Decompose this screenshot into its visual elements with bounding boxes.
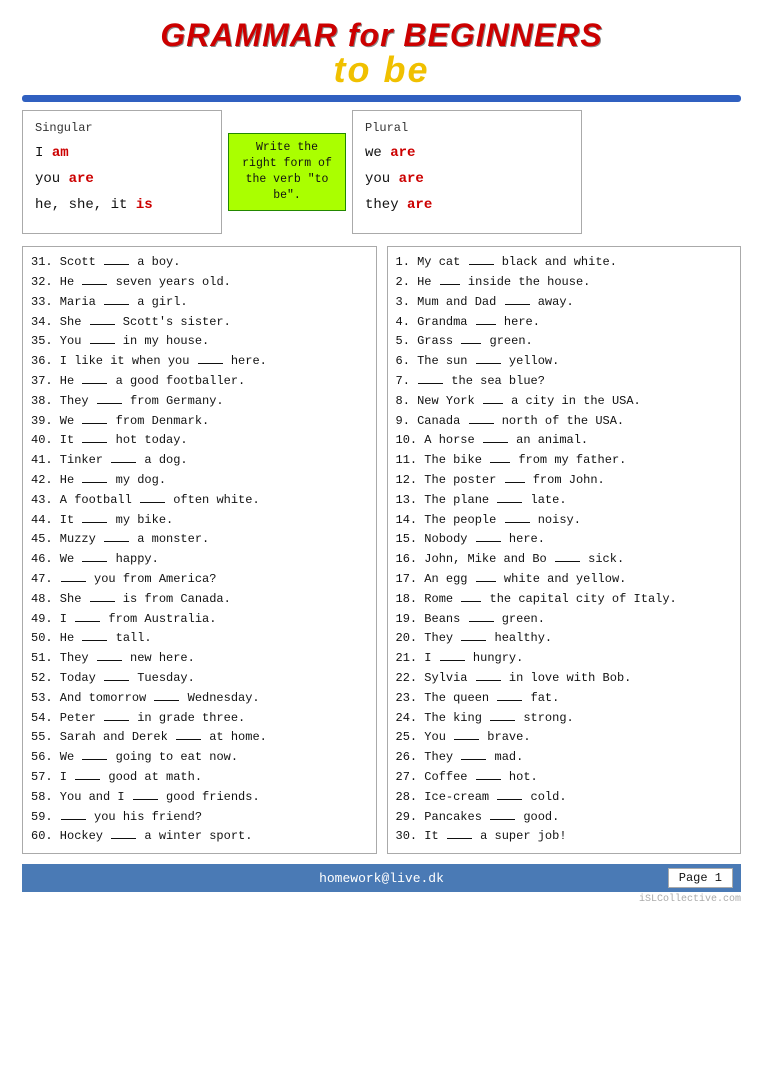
list-item: 10. A horse an animal. [396,431,733,451]
singular-box: Singular I am you are he, she, it is [22,110,222,234]
list-item: 1. My cat black and white. [396,253,733,273]
list-item: 38. They from Germany. [31,392,368,412]
list-item: 9. Canada north of the USA. [396,412,733,432]
list-item: 20. They healthy. [396,629,733,649]
list-item: 58. You and I good friends. [31,788,368,808]
footer-right: Page 1 [557,868,733,888]
list-item: 57. I good at math. [31,768,368,788]
list-item: 21. I hungry. [396,649,733,669]
singular-row-2: you are [35,171,203,187]
list-item: 19. Beans green. [396,610,733,630]
list-item: 46. We happy. [31,550,368,570]
list-item: 28. Ice-cream cold. [396,788,733,808]
plural-row-1: we are [365,145,563,161]
plural-label: Plural [365,121,563,135]
exercises-section: 31. Scott a boy.32. He seven years old.3… [22,246,741,854]
list-item: 41. Tinker a dog. [31,451,368,471]
list-item: 3. Mum and Dad away. [396,293,733,313]
list-item: 51. They new here. [31,649,368,669]
list-item: 44. It my bike. [31,511,368,531]
footer: homework@live.dk Page 1 [22,864,741,892]
page-number: Page 1 [668,868,733,888]
list-item: 45. Muzzy a monster. [31,530,368,550]
list-item: 7. the sea blue? [396,372,733,392]
list-item: 29. Pancakes good. [396,808,733,828]
verb-are-we: are [390,145,415,161]
list-item: 16. John, Mike and Bo sick. [396,550,733,570]
list-item: 30. It a super job! [396,827,733,847]
list-item: 52. Today Tuesday. [31,669,368,689]
list-item: 23. The queen fat. [396,689,733,709]
plural-row-2: you are [365,171,563,187]
watermark: iSLCollective.com [22,894,741,905]
list-item: 24. The king strong. [396,709,733,729]
list-item: 55. Sarah and Derek at home. [31,728,368,748]
list-item: 49. I from Australia. [31,610,368,630]
singular-row-3: he, she, it is [35,197,203,213]
singular-label: Singular [35,121,203,135]
list-item: 40. It hot today. [31,431,368,451]
list-item: 17. An egg white and yellow. [396,570,733,590]
list-item: 5. Grass green. [396,332,733,352]
verb-is: is [136,197,153,213]
list-item: 54. Peter in grade three. [31,709,368,729]
list-item: 60. Hockey a winter sport. [31,827,368,847]
list-item: 6. The sun yellow. [396,352,733,372]
list-item: 12. The poster from John. [396,471,733,491]
list-item: 33. Maria a girl. [31,293,368,313]
list-item: 11. The bike from my father. [396,451,733,471]
right-exercises-column: 1. My cat black and white.2. He inside t… [387,246,742,854]
singular-row-1: I am [35,145,203,161]
list-item: 14. The people noisy. [396,511,733,531]
list-item: 25. You brave. [396,728,733,748]
verb-are-you-plural: are [399,171,424,187]
list-item: 4. Grandma here. [396,313,733,333]
list-item: 43. A football often white. [31,491,368,511]
list-item: 37. He a good footballer. [31,372,368,392]
list-item: 47. you from America? [31,570,368,590]
plural-box: Plural we are you are they are [352,110,582,234]
subtitle: to be [22,49,741,91]
center-note-box: Write the right form of the verb "to be"… [222,110,352,234]
verb-am: am [52,145,69,161]
list-item: 31. Scott a boy. [31,253,368,273]
list-item: 34. She Scott's sister. [31,313,368,333]
list-item: 15. Nobody here. [396,530,733,550]
list-item: 18. Rome the capital city of Italy. [396,590,733,610]
page-title: GRAMMAR for BEGINNERS [22,18,741,53]
list-item: 42. He my dog. [31,471,368,491]
verb-are-they: are [407,197,432,213]
list-item: 56. We going to eat now. [31,748,368,768]
list-item: 8. New York a city in the USA. [396,392,733,412]
blue-line-top [22,95,741,102]
plural-row-3: they are [365,197,563,213]
list-item: 26. They mad. [396,748,733,768]
list-item: 53. And tomorrow Wednesday. [31,689,368,709]
green-note: Write the right form of the verb "to be"… [228,133,346,211]
list-item: 2. He inside the house. [396,273,733,293]
list-item: 48. She is from Canada. [31,590,368,610]
list-item: 27. Coffee hot. [396,768,733,788]
list-item: 35. You in my house. [31,332,368,352]
list-item: 39. We from Denmark. [31,412,368,432]
list-item: 22. Sylvia in love with Bob. [396,669,733,689]
list-item: 36. I like it when you here. [31,352,368,372]
list-item: 32. He seven years old. [31,273,368,293]
verb-are-singular: are [69,171,94,187]
list-item: 50. He tall. [31,629,368,649]
left-exercises-column: 31. Scott a boy.32. He seven years old.3… [22,246,377,854]
list-item: 13. The plane late. [396,491,733,511]
footer-email: homework@live.dk [206,871,558,886]
list-item: 59. you his friend? [31,808,368,828]
